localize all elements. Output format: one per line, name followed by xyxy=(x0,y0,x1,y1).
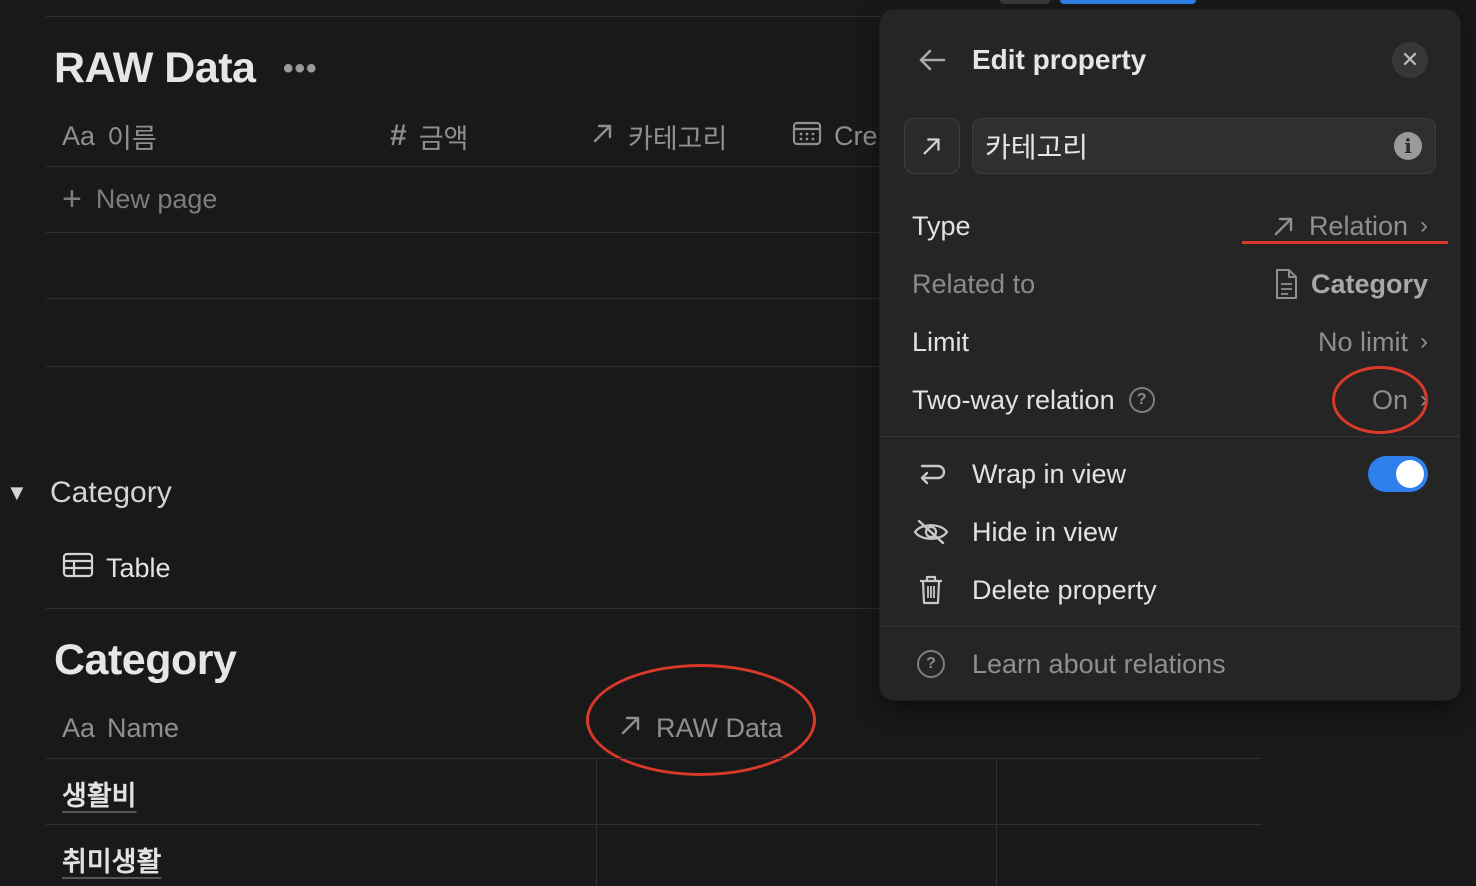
related-to-row: Related to Category xyxy=(912,264,1428,304)
column-header-label: Cre xyxy=(834,120,878,151)
learn-about-relations-label: Learn about relations xyxy=(972,648,1226,679)
more-options-icon[interactable]: ••• xyxy=(283,52,318,86)
type-label: Type xyxy=(912,210,971,241)
raw-data-title[interactable]: RAW Data xyxy=(54,44,256,93)
info-icon[interactable]: i xyxy=(1394,132,1422,160)
type-row[interactable]: Type Relation › xyxy=(912,206,1428,246)
divider xyxy=(46,16,880,17)
number-type-icon: # xyxy=(390,119,407,152)
limit-row[interactable]: Limit No limit › xyxy=(912,322,1428,362)
wrap-icon xyxy=(912,460,950,488)
type-value: Relation › xyxy=(1271,211,1428,242)
page-icon xyxy=(1275,269,1297,299)
learn-about-relations-link[interactable]: ? Learn about relations xyxy=(912,644,1226,684)
limit-value: No limit › xyxy=(1318,327,1428,358)
calendar-icon xyxy=(792,119,822,154)
divider xyxy=(46,232,880,233)
annotation-circle-raw-data xyxy=(586,664,816,776)
back-arrow-icon[interactable] xyxy=(916,44,948,76)
column-header-label: 금액 xyxy=(418,123,469,154)
plus-icon: + xyxy=(62,180,82,218)
related-to-value: Category xyxy=(1273,268,1428,300)
notion-page: RAW Data ••• Aa 이름 # 금액 카테고리 Cre + New p… xyxy=(0,0,1476,886)
hide-in-view-label: Hide in view xyxy=(972,516,1118,547)
chevron-right-icon: › xyxy=(1420,212,1428,239)
category-db-title[interactable]: Category xyxy=(54,636,237,685)
chevron-right-icon: › xyxy=(1420,328,1428,355)
column-divider xyxy=(596,759,597,886)
close-button[interactable]: ✕ xyxy=(1392,42,1428,78)
help-circle-icon: ? xyxy=(912,650,950,678)
column-header-name[interactable]: Aa Name xyxy=(62,708,179,748)
wrap-in-view-row[interactable]: Wrap in view xyxy=(912,454,1126,494)
column-divider xyxy=(996,759,997,886)
divider xyxy=(46,824,1262,825)
popover-title: Edit property xyxy=(972,44,1147,75)
two-way-relation-label: Two-way relation xyxy=(912,384,1115,415)
eye-slash-icon xyxy=(912,518,950,546)
divider xyxy=(46,298,880,299)
view-tab-table[interactable]: Table xyxy=(62,552,171,585)
divider xyxy=(46,366,880,367)
type-value-label: Relation xyxy=(1308,210,1408,241)
table-row-title[interactable]: 생활비 xyxy=(62,774,137,813)
column-header-label: 이름 xyxy=(107,123,157,154)
top-tab-indicator-active xyxy=(1060,0,1196,4)
divider xyxy=(46,166,880,167)
relation-arrow-icon xyxy=(590,120,616,153)
two-way-relation-label-group: Two-way relation ? xyxy=(912,385,1155,416)
annotation-circle-on xyxy=(1332,366,1428,434)
table-icon xyxy=(62,552,94,585)
divider xyxy=(880,626,1460,627)
new-page-label: New page xyxy=(95,183,218,214)
related-to-label: Related to xyxy=(912,268,1036,299)
wrap-in-view-toggle[interactable] xyxy=(1368,456,1428,492)
relation-arrow-icon xyxy=(1274,217,1293,236)
limit-label: Limit xyxy=(912,326,970,357)
column-header-created[interactable]: Cre xyxy=(792,116,878,156)
delete-property-row[interactable]: Delete property xyxy=(912,570,1157,610)
column-header-label: Name xyxy=(107,712,180,743)
wrap-in-view-label: Wrap in view xyxy=(972,458,1127,489)
edit-property-popover: Edit property ✕ i Type Relation › Relate… xyxy=(880,10,1460,700)
view-tab-label: Table xyxy=(106,553,171,583)
top-tab-indicator xyxy=(1000,0,1050,4)
related-to-db-label: Category xyxy=(1310,268,1428,299)
toggle-triangle-icon[interactable]: ▼ xyxy=(6,480,28,506)
toggle-knob xyxy=(1396,460,1424,488)
column-header-name[interactable]: Aa 이름 xyxy=(62,116,157,156)
divider xyxy=(46,608,880,609)
column-header-category[interactable]: 카테고리 xyxy=(590,116,727,156)
trash-icon xyxy=(912,574,950,606)
column-header-amount[interactable]: # 금액 xyxy=(390,116,468,156)
table-row-title[interactable]: 취미생활 xyxy=(62,840,161,879)
property-name-input[interactable] xyxy=(972,118,1436,174)
category-toggle-heading[interactable]: Category xyxy=(50,476,172,510)
text-type-icon: Aa xyxy=(62,712,96,743)
limit-value-label: No limit xyxy=(1317,326,1408,357)
property-icon-button[interactable] xyxy=(904,118,960,174)
new-page-button[interactable]: + New page xyxy=(62,182,217,216)
hide-in-view-row[interactable]: Hide in view xyxy=(912,512,1118,552)
divider xyxy=(880,436,1460,437)
annotation-underline-type xyxy=(1242,241,1448,244)
column-header-label: 카테고리 xyxy=(628,123,728,154)
delete-property-label: Delete property xyxy=(972,574,1157,605)
text-type-icon: Aa xyxy=(62,120,96,151)
help-icon[interactable]: ? xyxy=(1128,387,1155,413)
divider xyxy=(46,758,1262,759)
